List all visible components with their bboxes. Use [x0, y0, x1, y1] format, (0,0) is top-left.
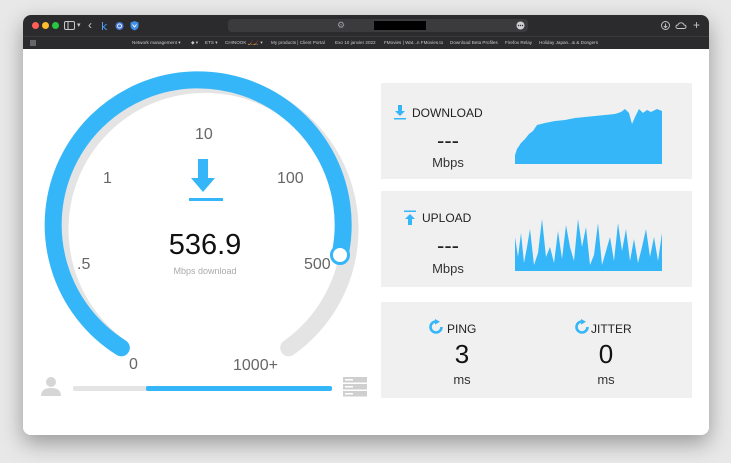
- redacted-url: [374, 21, 426, 30]
- gauge-tick-label: 1: [103, 170, 112, 187]
- upload-graph: [515, 219, 662, 271]
- browser-window: ▾ ‹ k ⚙ + Network management ▾ ◆ ▾ ETS ▾…: [23, 15, 709, 435]
- extension-shield-icon[interactable]: [129, 19, 140, 32]
- jitter-value: 0: [598, 339, 614, 369]
- ping-value: 3: [454, 339, 470, 369]
- bookmarks-bar: Network management ▾ ◆ ▾ ETS ▾ CHINOOK 🏒…: [23, 36, 709, 49]
- speedtest-page: 0 .5 1 10 100 500 1000+ 536.9 Mbps downl…: [23, 49, 709, 435]
- bookmark-firefox-relay[interactable]: Firefox Relay: [505, 38, 532, 47]
- bookmark-chinook[interactable]: CHINOOK 🏒🏒 ▾: [225, 38, 263, 47]
- download-title: DOWNLOAD: [412, 106, 483, 120]
- download-arrow-icon: [394, 105, 406, 120]
- bookmark-fmovies[interactable]: FMovies | Wat...n FMovies.to: [384, 38, 443, 47]
- gauge-tick-label: 100: [277, 170, 304, 187]
- test-progress-fill: [145, 386, 332, 391]
- more-options-icon[interactable]: [516, 21, 525, 30]
- menu-icon[interactable]: [29, 39, 37, 47]
- close-window-button[interactable]: [32, 22, 39, 29]
- zoom-window-button[interactable]: [52, 22, 59, 29]
- jitter-unit: ms: [597, 372, 615, 387]
- gauge-tick-label: 500: [304, 256, 331, 273]
- download-unit: Mbps: [432, 155, 464, 170]
- cloud-icon[interactable]: [675, 19, 687, 32]
- refresh-icon: [429, 319, 443, 334]
- bookmark-folder[interactable]: ◆ ▾: [191, 38, 198, 47]
- downloads-icon[interactable]: [660, 19, 671, 32]
- gauge-needle-knob: [330, 245, 350, 265]
- gauge-fill: [44, 71, 352, 357]
- upload-title: UPLOAD: [422, 211, 472, 225]
- bookmark-beta-profiles[interactable]: Download Beta Profiles: [450, 38, 498, 47]
- current-speed-value: 536.9: [168, 229, 242, 261]
- download-value: ---: [437, 128, 459, 153]
- test-progress-bar: [73, 386, 332, 391]
- upload-arrow-icon: [404, 210, 416, 225]
- download-graph: [515, 109, 662, 164]
- new-tab-button[interactable]: +: [693, 19, 700, 32]
- bookmark-network-management[interactable]: Network management ▾: [132, 38, 181, 47]
- bookmark-client-portal[interactable]: My products | Client Portal: [271, 38, 325, 47]
- speed-gauge: [44, 71, 359, 357]
- upload-value: ---: [437, 233, 459, 258]
- download-arrow-icon: [189, 159, 223, 201]
- jitter-title: JITTER: [591, 322, 632, 336]
- address-bar[interactable]: ⚙: [228, 19, 528, 32]
- user-icon: [41, 377, 61, 396]
- download-panel: DOWNLOAD --- Mbps: [381, 83, 692, 179]
- ping-unit: ms: [453, 372, 471, 387]
- svg-text:k: k: [101, 20, 108, 32]
- gauge-tick-label: 0: [129, 356, 138, 373]
- gauge-tick-label: 1000+: [233, 357, 278, 374]
- refresh-icon: [575, 319, 589, 334]
- extension-globe-icon[interactable]: [114, 19, 125, 32]
- current-speed-unit: Mbps download: [173, 266, 237, 276]
- site-settings-icon[interactable]: ⚙: [337, 20, 345, 31]
- bookmark-exo[interactable]: Exo 10 janvier 2022: [335, 38, 376, 47]
- server-icon: [343, 377, 367, 397]
- chevron-down-icon[interactable]: ▾: [77, 19, 81, 32]
- sidebar-toggle-icon[interactable]: [63, 19, 77, 32]
- bookmark-holiday-japan[interactable]: Holiday Japan...& & Dongers: [539, 38, 598, 47]
- minimize-window-button[interactable]: [42, 22, 49, 29]
- gauge-tick-label: 10: [195, 126, 213, 143]
- extension-k-icon[interactable]: k: [100, 19, 111, 32]
- gauge-tick-label: .5: [77, 256, 91, 273]
- back-button[interactable]: ‹: [88, 19, 92, 32]
- bookmark-ets[interactable]: ETS ▾: [205, 38, 218, 47]
- browser-titlebar: ▾ ‹ k ⚙ +: [23, 15, 709, 36]
- upload-unit: Mbps: [432, 261, 464, 276]
- upload-panel: UPLOAD --- Mbps: [381, 191, 692, 287]
- latency-panel: PING 3 ms JITTER 0 ms: [381, 302, 692, 398]
- ping-title: PING: [447, 322, 477, 336]
